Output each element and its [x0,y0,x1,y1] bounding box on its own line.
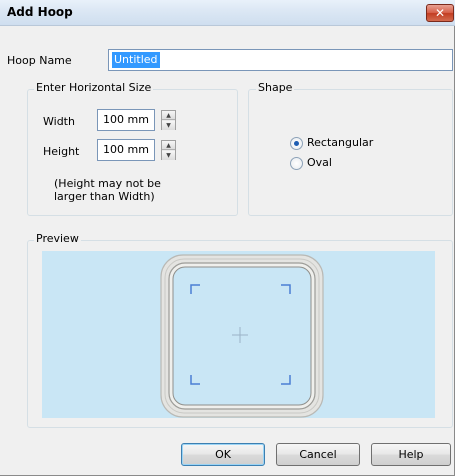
hoop-preview-canvas [42,251,435,418]
ok-button-label: OK [215,448,231,461]
height-field[interactable]: 100 mm [97,139,155,161]
hoop-name-value: Untitled [112,52,160,68]
size-note-line1: (Height may not be [54,177,161,190]
shape-group-title: Shape [256,81,295,94]
cancel-button[interactable]: Cancel [276,443,360,466]
close-button[interactable]: ✕ [426,4,454,22]
size-note-line2: larger than Width) [54,190,155,203]
close-icon: ✕ [434,6,446,20]
hoop-preview-drawing [160,254,324,418]
rectangular-label[interactable]: Rectangular [307,136,373,149]
width-down-arrow-icon[interactable]: ▼ [162,121,175,130]
help-button-label: Help [398,448,424,461]
width-label: Width [43,115,75,128]
horizontal-size-group-title: Enter Horizontal Size [34,81,154,94]
hoop-name-label: Hoop Name [7,54,72,67]
shape-group [248,89,453,216]
width-spinner[interactable]: ▲ ▼ [161,110,176,130]
cancel-button-label: Cancel [299,448,337,461]
height-down-arrow-icon[interactable]: ▼ [162,151,175,160]
height-up-arrow-icon[interactable]: ▲ [162,141,175,150]
preview-group-title: Preview [34,232,81,245]
width-field[interactable]: 100 mm [97,109,155,131]
rectangular-radio[interactable] [290,137,303,150]
width-value: 100 mm [103,113,149,126]
height-value: 100 mm [103,143,149,156]
add-hoop-dialog: Add Hoop ✕ Hoop Name Untitled Enter Hori… [0,0,455,476]
hoop-name-input[interactable]: Untitled [108,49,453,71]
ok-button[interactable]: OK [181,443,265,466]
window-title: Add Hoop [7,5,73,19]
oval-label[interactable]: Oval [307,156,332,169]
oval-radio[interactable] [290,157,303,170]
width-up-arrow-icon[interactable]: ▲ [162,111,175,120]
help-button[interactable]: Help [371,443,451,466]
height-spinner[interactable]: ▲ ▼ [161,140,176,160]
title-bar[interactable]: Add Hoop ✕ [0,0,455,26]
height-label: Height [43,145,80,158]
